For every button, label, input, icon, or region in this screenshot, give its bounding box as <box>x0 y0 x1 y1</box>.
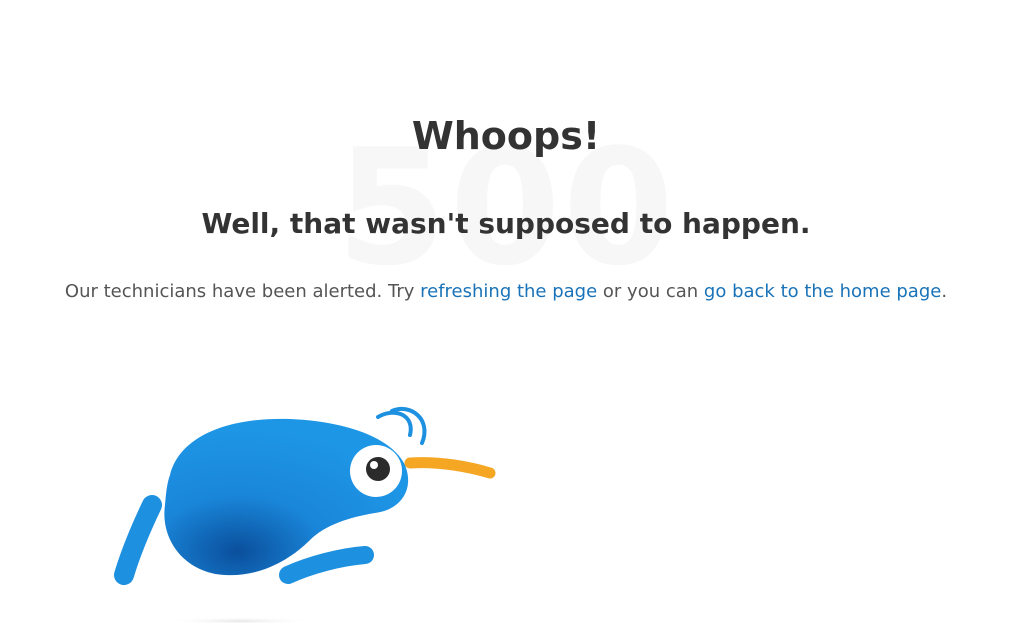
kiwi-front-leg <box>279 546 374 584</box>
kiwi-back-leg <box>114 495 162 585</box>
kiwi-beak <box>404 457 496 479</box>
error-page: 500 Whoops! Well, that wasn't supposed t… <box>0 0 1012 623</box>
page-title: Whoops! <box>411 114 601 158</box>
kiwi-eye-pupil <box>366 457 390 481</box>
message-suffix: . <box>941 281 948 302</box>
kiwi-bird-illustration <box>114 407 496 623</box>
kiwi-hair-tuft <box>376 410 413 437</box>
error-subtitle: Well, that wasn't supposed to happen. <box>201 207 811 240</box>
ground-shadow <box>165 617 315 623</box>
message-middle: or you can <box>597 281 704 302</box>
home-page-link[interactable]: go back to the home page <box>704 281 941 302</box>
message-prefix: Our technicians have been alerted. Try <box>64 281 421 302</box>
error-message: Our technicians have been alerted. Try r… <box>0 279 1012 305</box>
refresh-page-link[interactable]: refreshing the page <box>420 281 597 302</box>
kiwi-eye-highlight <box>370 461 378 469</box>
